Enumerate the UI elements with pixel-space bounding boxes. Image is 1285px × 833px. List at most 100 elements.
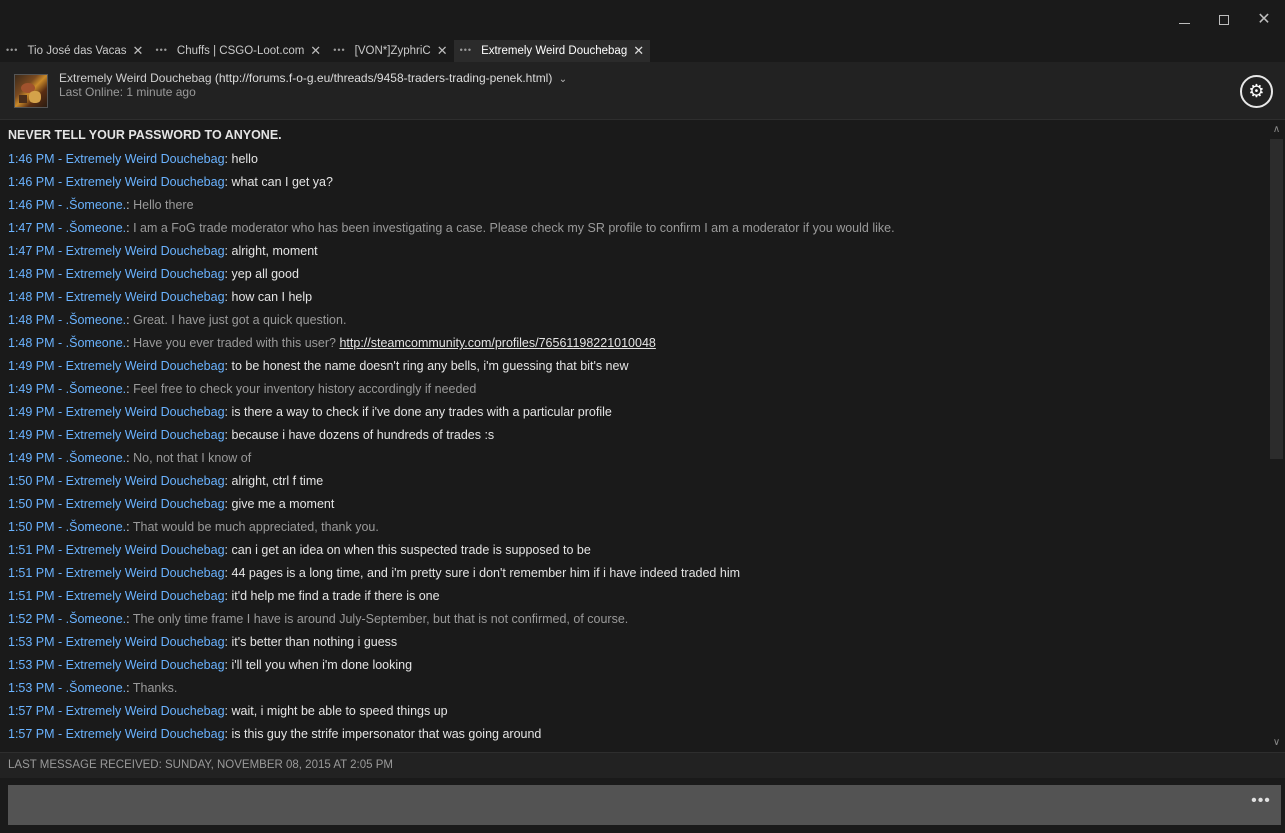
message-text: it's better than nothing i guess (231, 635, 398, 649)
message-input[interactable]: ••• (8, 785, 1281, 825)
message-time: 1:51 PM (8, 543, 55, 557)
tab-menu-icon[interactable]: ••• (333, 45, 345, 55)
tab-menu-icon[interactable]: ••• (460, 45, 472, 55)
chevron-down-icon[interactable]: ⌄ (559, 74, 567, 85)
chat-scrollbar[interactable]: ∧ ∨ (1268, 121, 1285, 752)
chat-header: Extremely Weird Douchebag (http://forums… (0, 62, 1285, 120)
maximize-icon (1219, 15, 1229, 25)
avatar[interactable] (14, 74, 48, 108)
close-tab-icon[interactable]: ✕ (310, 43, 321, 59)
message-text: to be honest the name doesn't ring any b… (231, 359, 629, 373)
chat-message: 1:53 PM - .Šomeone.: Thanks. (8, 681, 178, 695)
chat-message: 1:46 PM - Extremely Weird Douchebag: hel… (8, 152, 258, 166)
close-tab-icon[interactable]: ✕ (133, 43, 144, 59)
message-time: 1:47 PM (8, 221, 55, 235)
chat-message: 1:51 PM - Extremely Weird Douchebag: 44 … (8, 566, 741, 580)
tab-menu-icon[interactable]: ••• (6, 45, 18, 55)
scrollbar-thumb[interactable] (1270, 139, 1283, 459)
message-text: is this guy the strife impersonator that… (231, 727, 542, 741)
chat-message: 1:48 PM - Extremely Weird Douchebag: how… (8, 290, 313, 304)
minimize-icon (1178, 23, 1190, 24)
tab-2[interactable]: ••• [VON*]ZyphriC ✕ (327, 40, 453, 62)
message-sender[interactable]: Extremely Weird Douchebag (66, 290, 225, 304)
message-text: 44 pages is a long time, and i'm pretty … (231, 566, 741, 580)
status-bar: LAST MESSAGE RECEIVED: SUNDAY, NOVEMBER … (0, 752, 1285, 778)
message-sender[interactable]: Extremely Weird Douchebag (66, 589, 225, 603)
message-sender[interactable]: .Šomeone. (66, 336, 126, 350)
message-text: wait, i might be able to speed things up (231, 704, 448, 718)
chat-message: 1:47 PM - .Šomeone.: I am a FoG trade mo… (8, 221, 895, 235)
message-sender[interactable]: .Šomeone. (66, 382, 126, 396)
friend-name-line[interactable]: Extremely Weird Douchebag (http://forums… (59, 71, 567, 85)
message-text: because i have dozens of hundreds of tra… (231, 428, 495, 442)
chat-message: 1:48 PM - .Šomeone.: Have you ever trade… (8, 336, 656, 350)
message-time: 1:53 PM (8, 658, 55, 672)
message-sender[interactable]: .Šomeone. (66, 198, 126, 212)
message-time: 1:52 PM (8, 612, 55, 626)
minimize-button[interactable] (1164, 8, 1204, 32)
message-sender[interactable]: Extremely Weird Douchebag (66, 635, 225, 649)
more-options-button[interactable]: ••• (1246, 793, 1276, 812)
chat-message: 1:57 PM - Extremely Weird Douchebag: is … (8, 727, 542, 741)
message-sender[interactable]: Extremely Weird Douchebag (66, 428, 225, 442)
chat-message: 1:49 PM - Extremely Weird Douchebag: bec… (8, 428, 495, 442)
message-text: it'd help me find a trade if there is on… (231, 589, 440, 603)
message-sender[interactable]: Extremely Weird Douchebag (66, 244, 225, 258)
tab-label: Extremely Weird Douchebag (481, 45, 628, 57)
scroll-down-icon[interactable]: ∨ (1268, 736, 1285, 750)
last-message-received: LAST MESSAGE RECEIVED: SUNDAY, NOVEMBER … (8, 759, 393, 771)
message-sender[interactable]: Extremely Weird Douchebag (66, 359, 225, 373)
message-time: 1:51 PM (8, 566, 55, 580)
message-time: 1:49 PM (8, 405, 55, 419)
scroll-up-icon[interactable]: ∧ (1268, 123, 1285, 137)
message-time: 1:53 PM (8, 635, 55, 649)
chat-tabs: ••• Tio José das Vacas ✕ ••• Chuffs | CSGO-L… (0, 40, 1285, 62)
tab-0[interactable]: ••• Tio José das Vacas ✕ (0, 40, 149, 62)
settings-button[interactable]: ⚙ (1240, 75, 1273, 108)
chat-message: 1:49 PM - Extremely Weird Douchebag: to … (8, 359, 629, 373)
message-sender[interactable]: .Šomeone. (66, 520, 126, 534)
message-sender[interactable]: .Šomeone. (66, 451, 126, 465)
message-sender[interactable]: Extremely Weird Douchebag (66, 543, 225, 557)
message-sender[interactable]: Extremely Weird Douchebag (66, 474, 225, 488)
tab-1[interactable]: ••• Chuffs | CSGO-Loot.com ✕ (149, 40, 327, 62)
close-tab-icon[interactable]: ✕ (633, 43, 644, 59)
message-time: 1:46 PM (8, 152, 55, 166)
chat-message: 1:46 PM - Extremely Weird Douchebag: wha… (8, 175, 333, 189)
ellipsis-icon: ••• (1251, 792, 1271, 809)
tab-label: Chuffs | CSGO-Loot.com (176, 45, 305, 57)
message-text: what can I get ya? (231, 175, 333, 189)
message-text: alright, moment (231, 244, 318, 258)
close-tab-icon[interactable]: ✕ (437, 43, 448, 59)
message-sender[interactable]: Extremely Weird Douchebag (66, 497, 225, 511)
message-sender[interactable]: .Šomeone. (66, 612, 126, 626)
message-sender[interactable]: Extremely Weird Douchebag (66, 267, 225, 281)
message-time: 1:47 PM (8, 244, 55, 258)
tab-3[interactable]: ••• Extremely Weird Douchebag ✕ (453, 40, 651, 62)
chat-message: 1:49 PM - .Šomeone.: Feel free to check … (8, 382, 477, 396)
message-sender[interactable]: Extremely Weird Douchebag (66, 658, 225, 672)
maximize-button[interactable] (1204, 8, 1244, 32)
message-sender[interactable]: Extremely Weird Douchebag (66, 405, 225, 419)
friend-name: Extremely Weird Douchebag (59, 71, 212, 85)
message-text: The only time frame I have is around Jul… (132, 612, 629, 626)
message-sender[interactable]: .Šomeone. (66, 221, 126, 235)
message-sender[interactable]: Extremely Weird Douchebag (66, 727, 225, 741)
message-sender[interactable]: Extremely Weird Douchebag (66, 566, 225, 580)
chat-message: 1:52 PM - .Šomeone.: The only time frame… (8, 612, 629, 626)
message-sender[interactable]: .Šomeone. (66, 313, 126, 327)
message-sender[interactable]: .Šomeone. (66, 681, 126, 695)
close-icon: ✕ (1257, 11, 1271, 28)
message-sender[interactable]: Extremely Weird Douchebag (66, 704, 225, 718)
message-time: 1:50 PM (8, 520, 55, 534)
message-sender[interactable]: Extremely Weird Douchebag (66, 175, 225, 189)
profile-link[interactable]: http://steamcommunity.com/profiles/76561… (339, 336, 655, 350)
message-sender[interactable]: Extremely Weird Douchebag (66, 152, 225, 166)
tab-menu-icon[interactable]: ••• (155, 45, 167, 55)
close-window-button[interactable]: ✕ (1244, 8, 1284, 32)
message-text: can i get an idea on when this suspected… (231, 543, 591, 557)
tab-label: Tio José das Vacas (27, 45, 127, 57)
message-time: 1:48 PM (8, 336, 55, 350)
chat-log: NEVER TELL YOUR PASSWORD TO ANYONE. 1:46… (0, 121, 1268, 752)
chat-message: 1:48 PM - Extremely Weird Douchebag: yep… (8, 267, 299, 281)
